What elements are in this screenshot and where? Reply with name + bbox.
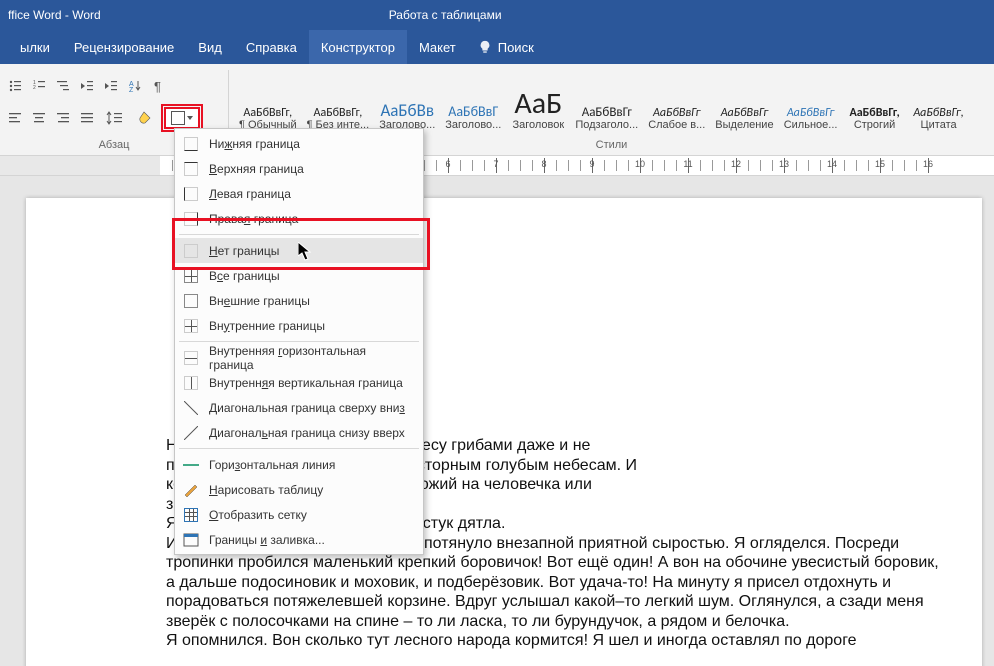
- border-menu-item[interactable]: Нижняя граница: [175, 131, 423, 156]
- border-menu-item[interactable]: Правая граница: [175, 206, 423, 231]
- menu-item-label: Границы и заливка...: [209, 533, 325, 547]
- svg-text:¶: ¶: [154, 79, 161, 93]
- border-menu-item[interactable]: Внутренняя горизонтальная граница: [175, 345, 423, 370]
- menu-item-label: Верхняя граница: [209, 162, 304, 176]
- menu-item-label: Отобразить сетку: [209, 508, 307, 522]
- border-menu-item[interactable]: Все границы: [175, 263, 423, 288]
- align-left-button[interactable]: [4, 107, 26, 129]
- menu-item-label: Правая граница: [209, 212, 298, 226]
- decrease-indent-button[interactable]: [76, 75, 98, 97]
- border-hline-icon: [183, 457, 199, 473]
- menu-item-label: Нарисовать таблицу: [209, 483, 323, 497]
- increase-indent-button[interactable]: [100, 75, 122, 97]
- style-item[interactable]: АаБбВвГгСильное...: [780, 73, 842, 131]
- menu-tab-1[interactable]: Рецензирование: [62, 30, 186, 64]
- border-menu-item[interactable]: Нарисовать таблицу: [175, 477, 423, 502]
- border-diag1-icon: [183, 400, 199, 416]
- numbering-button[interactable]: 12: [28, 75, 50, 97]
- menu-item-label: Внешние границы: [209, 294, 310, 308]
- style-item[interactable]: АаБЗаголовок: [507, 73, 569, 131]
- border-dialog-icon: [183, 532, 199, 548]
- border-inner-icon: [183, 318, 199, 334]
- menu-item-label: Внутренняя горизонтальная граница: [209, 344, 413, 372]
- border-menu-item[interactable]: Границы и заливка...: [175, 527, 423, 552]
- document-area: Не е грибная. В холодном сухом лесу гриб…: [0, 176, 994, 666]
- style-item[interactable]: АаБбВвГгПодзаголо...: [571, 73, 642, 131]
- menu-item-label: Все границы: [209, 269, 280, 283]
- menu-tab-5[interactable]: Макет: [407, 30, 468, 64]
- border-menu-item[interactable]: Диагональная граница снизу вверх: [175, 420, 423, 445]
- menu-item-label: Горизонтальная линия: [209, 458, 335, 472]
- lightbulb-icon: [478, 40, 492, 54]
- menu-tab-3[interactable]: Справка: [234, 30, 309, 64]
- style-item[interactable]: АаБбВвГгСлабое в...: [644, 73, 709, 131]
- style-item[interactable]: АаБбВвГг,Цитата: [908, 73, 970, 131]
- style-item[interactable]: АаБбВвГгВыделение: [711, 73, 777, 131]
- border-menu-item[interactable]: Верхняя граница: [175, 156, 423, 181]
- title-bar: ffice Word - Word Работа с таблицами: [0, 0, 994, 30]
- border-right-icon: [183, 211, 199, 227]
- border-draw-icon: [183, 482, 199, 498]
- search-label: Поиск: [498, 40, 534, 55]
- border-top-icon: [183, 161, 199, 177]
- border-menu-item[interactable]: Отобразить сетку: [175, 502, 423, 527]
- shading-button[interactable]: [132, 107, 162, 129]
- borders-button[interactable]: [164, 107, 200, 129]
- border-diag2-icon: [183, 425, 199, 441]
- style-item[interactable]: АаБбВвГг,¶ Обычный: [235, 73, 301, 131]
- borders-icon: [171, 111, 185, 125]
- align-center-button[interactable]: [28, 107, 50, 129]
- style-item[interactable]: АаБбВвГЗаголово...: [441, 73, 505, 131]
- menu-tab-2[interactable]: Вид: [186, 30, 234, 64]
- menu-item-label: Нижняя граница: [209, 137, 300, 151]
- chevron-down-icon: [187, 116, 193, 120]
- menu-item-label: Диагональная граница сверху вниз: [209, 401, 405, 415]
- menu-tab-4[interactable]: Конструктор: [309, 30, 407, 64]
- menu-item-label: Левая граница: [209, 187, 291, 201]
- border-all-icon: [183, 268, 199, 284]
- border-outer-icon: [183, 293, 199, 309]
- horizontal-ruler[interactable]: 12345678910111213141516: [0, 156, 994, 176]
- bullets-button[interactable]: [4, 75, 26, 97]
- border-innerv-icon: [183, 375, 199, 391]
- menu-item-label: Нет границы: [209, 244, 279, 258]
- border-innerh-icon: [183, 350, 199, 366]
- border-grid-icon: [183, 507, 199, 523]
- svg-text:2: 2: [33, 85, 36, 91]
- border-bottom-icon: [183, 136, 199, 152]
- border-menu-item[interactable]: Диагональная граница сверху вниз: [175, 395, 423, 420]
- style-item[interactable]: АаБбВвГг,¶ Без инте...: [303, 73, 374, 131]
- multilevel-button[interactable]: [52, 75, 74, 97]
- tell-me-search[interactable]: Поиск: [468, 40, 544, 55]
- cursor-icon: [298, 242, 314, 262]
- menu-item-label: Внутренняя вертикальная граница: [209, 376, 403, 390]
- border-left-icon: [183, 186, 199, 202]
- align-right-button[interactable]: [52, 107, 74, 129]
- style-item[interactable]: АаБбВвГг,Строгий: [844, 73, 906, 131]
- borders-dropdown: Нижняя граница Верхняя граница Левая грани…: [174, 128, 424, 555]
- border-menu-item[interactable]: Внутренняя вертикальная граница: [175, 370, 423, 395]
- document-page[interactable]: Не е грибная. В холодном сухом лесу гриб…: [26, 198, 982, 666]
- table-tools-tab: Работа с таблицами: [371, 0, 520, 30]
- border-none-icon: [183, 243, 199, 259]
- border-menu-item[interactable]: Горизонтальная линия: [175, 452, 423, 477]
- show-marks-button[interactable]: ¶: [148, 75, 170, 97]
- app-title: ffice Word - Word: [8, 8, 101, 22]
- style-item[interactable]: АаБбВвЗаголово...: [375, 73, 439, 131]
- border-menu-item[interactable]: Внутренние границы: [175, 313, 423, 338]
- menu-tab-0[interactable]: ылки: [8, 30, 62, 64]
- menu-item-label: Диагональная граница снизу вверх: [209, 426, 405, 440]
- ribbon-tabs: ылкиРецензированиеВидСправкаКонструкторМ…: [0, 30, 994, 64]
- ribbon: 12 AZ ¶: [0, 64, 994, 156]
- sort-button[interactable]: AZ: [124, 75, 146, 97]
- svg-text:Z: Z: [129, 87, 134, 93]
- border-menu-item[interactable]: Левая граница: [175, 181, 423, 206]
- border-menu-item[interactable]: Внешние границы: [175, 288, 423, 313]
- line-spacing-button[interactable]: [100, 107, 130, 129]
- align-justify-button[interactable]: [76, 107, 98, 129]
- menu-item-label: Внутренние границы: [209, 319, 325, 333]
